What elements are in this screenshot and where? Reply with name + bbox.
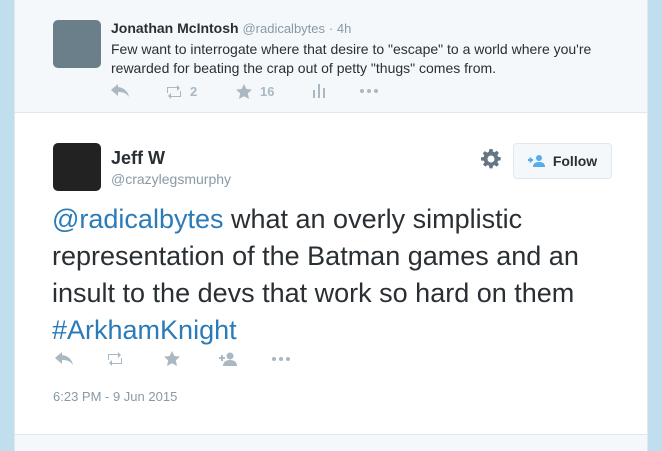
context-tweet[interactable]: Jonathan McIntosh @radicalbytes · 4h Few… [15, 0, 647, 113]
analytics-icon[interactable] [313, 84, 325, 98]
star-icon[interactable] [164, 351, 180, 366]
retweet-icon[interactable] [105, 352, 125, 366]
tweet-card: Jonathan McIntosh @radicalbytes · 4h Few… [14, 0, 648, 451]
favorite-count: 16 [260, 84, 275, 99]
hashtag-link[interactable]: #ArkhamKnight [52, 315, 237, 345]
add-user-icon [527, 155, 545, 167]
reply-icon[interactable] [55, 352, 73, 366]
gear-icon[interactable] [481, 149, 501, 174]
tweet-time[interactable]: · 4h [329, 21, 351, 36]
favorite-button[interactable]: 16 [236, 84, 274, 99]
author-handle[interactable]: @crazylegsmurphy [111, 171, 231, 187]
divider [15, 434, 647, 451]
tweet-text: @radicalbytes what an overly simplistic … [52, 201, 632, 349]
more-icon[interactable] [359, 84, 379, 98]
follow-label: Follow [552, 153, 598, 169]
avatar[interactable] [53, 143, 101, 191]
retweet-icon [167, 84, 181, 99]
author-name[interactable]: Jeff W [111, 148, 165, 169]
retweet-count: 2 [190, 84, 198, 99]
reply-icon[interactable] [111, 84, 129, 98]
context-author[interactable]: Jonathan McIntosh @radicalbytes · 4h [111, 20, 351, 36]
more-icon[interactable] [271, 352, 291, 366]
follow-button[interactable]: Follow [513, 143, 612, 179]
retweet-button[interactable]: 2 [164, 84, 197, 99]
add-user-icon[interactable] [219, 352, 237, 366]
author-name[interactable]: Jonathan McIntosh [111, 20, 239, 36]
mention-link[interactable]: @radicalbytes [52, 204, 223, 234]
avatar[interactable] [53, 20, 101, 68]
tweet-text: Few want to interrogate where that desir… [111, 41, 592, 76]
tweet-timestamp: 6:23 PM - 9 Jun 2015 [53, 389, 178, 404]
star-icon [236, 84, 252, 99]
author-handle: @radicalbytes [242, 21, 326, 36]
